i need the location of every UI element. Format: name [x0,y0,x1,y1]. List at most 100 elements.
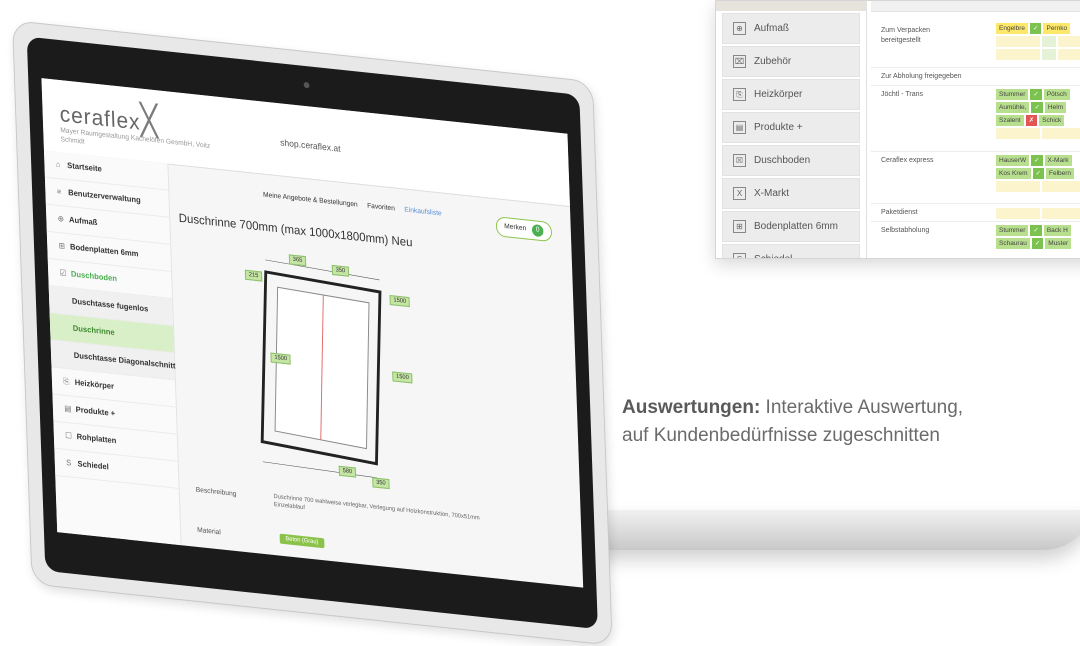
status-cell[interactable]: Stummer [996,225,1029,236]
nav-favorites[interactable]: Favoriten [367,203,395,213]
grid-icon: ⊞ [58,241,66,251]
measurement-label: 365 [288,254,307,267]
merken-count-badge: 0 [531,223,544,238]
measurement-label: 350 [372,477,390,490]
evaluation-panel: ⊕ Aufmaß ⌧ Zubehör ⎘ Heizkörper ▤ Produkte + ☒ Du… [715,0,1080,259]
laptop-bezel: ceraflex╳ Mayer Raumgestaltung Kachelöfe… [26,36,598,630]
app-sidebar: ⌂ Startseite ≡ Benutzerverwaltung ⊕ Aufmaß ⊞ Bo… [43,150,182,546]
status-cell[interactable]: Schick [1039,115,1065,126]
top-nav: Meine Angebote & Bestellungen Favoriten … [263,192,442,218]
status-cell[interactable]: HauserW [996,155,1030,166]
panel-sidebar-item[interactable]: ⊞ Bodenplatten 6mm [722,211,860,242]
status-cell[interactable]: Muster [1045,238,1072,249]
nav-shopping-list[interactable]: Einkaufsliste [404,207,442,218]
check-icon[interactable]: ✓ [1031,155,1043,166]
check-icon[interactable]: ✓ [1030,23,1042,34]
panel-sidebar-item[interactable]: S Schiedel [722,244,860,258]
check-icon[interactable]: ✓ [1031,238,1044,249]
faded-cell [1042,128,1080,139]
row-label-verpacken-2: bereitgestellt [881,37,921,44]
shop-url[interactable]: shop.ceraflex.at [280,137,341,153]
measurement-label: 580 [338,465,357,478]
panel-sidebar-label: Duschboden [754,155,811,166]
status-cell[interactable]: Helm [1044,102,1067,113]
faded-cell [996,128,1040,139]
status-cell[interactable]: Felbern [1046,168,1075,179]
faded-cell [1042,49,1056,60]
camera-icon [303,81,310,89]
cell-group: Stummer ✓ Pötsch Aumühle, ✓ Helm Szalent… [996,89,1080,139]
faded-cell [1042,181,1080,192]
row-label-paket: Paketdienst [881,209,918,216]
row-label-selbst: Selbstabholung [881,227,930,234]
faded-cell [1058,36,1080,47]
check-icon: ☑ [59,268,67,278]
panel-sidebar-item[interactable]: ⊕ Aufmaß [722,13,860,44]
status-cell[interactable]: Szalent [996,115,1024,126]
panel-sidebar-label: Aufmaß [754,23,790,34]
row-divider [871,85,1080,86]
cell-group: HauserW ✓ X-Mark Kos Krem ✓ Felbern [996,155,1080,192]
merken-label: Merken [504,223,527,233]
check-icon[interactable]: ✓ [1031,102,1043,113]
status-cell[interactable]: Engelbre [996,23,1029,34]
row-divider [871,67,1080,68]
sidebar-item-label: Produkte + [75,404,116,419]
panel-sidebar-item[interactable]: ⎘ Heizkörper [722,79,860,110]
status-cell[interactable]: Kos Krem [996,168,1031,179]
cell-group: Stummer ✓ Back H Schaurau ✓ Muster [996,225,1072,249]
measure-icon: ⊕ [733,22,746,35]
status-cell[interactable]: Pernko [1043,23,1071,34]
panel-sidebar-item[interactable]: X X-Markt [722,178,860,209]
spec-label-material: Material [197,526,221,537]
status-cell[interactable]: X-Mark [1044,155,1072,166]
row-divider [871,203,1080,204]
sidebar-item-label: Benutzerverwaltung [67,188,141,205]
panel-header [871,1,1080,12]
material-select[interactable]: Beton (Grau) [279,533,325,549]
panel-sidebar-label: X-Markt [754,188,789,199]
measurement-label: 1500 [270,352,292,365]
row-label-express: Ceraflex express [881,157,934,164]
row-label-abholung: Zur Abholung freigegeben [881,73,962,80]
cell-group [996,208,1080,219]
status-cell[interactable]: Schaurau [996,238,1030,249]
panel-sidebar-item[interactable]: ☒ Duschboden [722,145,860,176]
sidebar-item-label: Aufmaß [68,215,98,228]
nav-offers[interactable]: Meine Angebote & Bestellungen [263,192,358,209]
merken-button[interactable]: Merken 0 [495,216,553,243]
row-divider [871,221,1080,222]
panel-sidebar-item[interactable]: ▤ Produkte + [722,112,860,143]
accessory-icon: ⌧ [733,55,746,68]
panel-sidebar-header [716,1,866,11]
status-cell[interactable]: Stummer [996,89,1029,100]
row-label-verpacken: Zum Verpacken [881,27,931,34]
row-label-jocht: Jöchtl - Trans [881,91,924,98]
grid-icon: ⊞ [733,220,746,233]
check-icon[interactable]: ✓ [1032,168,1044,179]
shower-icon: ☒ [733,154,746,167]
status-cell[interactable]: Aumühle, [996,102,1030,113]
panel-sidebar-item[interactable]: ⌧ Zubehör [722,46,860,77]
cross-icon[interactable]: ✗ [1025,115,1038,126]
check-icon[interactable]: ✓ [1030,89,1042,100]
panel-sidebar-label: Schiedel [754,254,792,258]
sidebar-item-label: Duschtasse fugenlos [71,296,149,314]
sidebar-item-label: Duschboden [70,269,118,284]
users-icon: ≡ [56,186,62,197]
check-icon[interactable]: ✓ [1030,225,1042,236]
square-icon: ☐ [65,430,73,441]
panel-sidebar: ⊕ Aufmaß ⌧ Zubehör ⎘ Heizkörper ▤ Produkte + ☒ Du… [716,1,867,258]
page-title: Duschrinne 700mm (max 1000x1800mm) Neu [178,210,413,250]
sidebar-item-label: Duschtasse Diagonalschnitt [73,350,176,371]
s-icon: S [733,253,746,258]
shower-drawing [260,259,382,479]
status-cell[interactable]: Pötsch [1043,89,1070,100]
faded-cell [1042,36,1056,47]
caption-line-1: Interaktive Auswertung, [760,397,964,418]
cell-group: Engelbre ✓ Pernko [996,23,1080,60]
spec-value-description: Duschrinne 700 wahlweise verlegbar, Verl… [273,493,480,522]
status-cell[interactable]: Back H [1043,225,1071,236]
panel-sidebar-label: Heizkörper [754,89,803,100]
measurement-label: 1500 [389,295,411,308]
